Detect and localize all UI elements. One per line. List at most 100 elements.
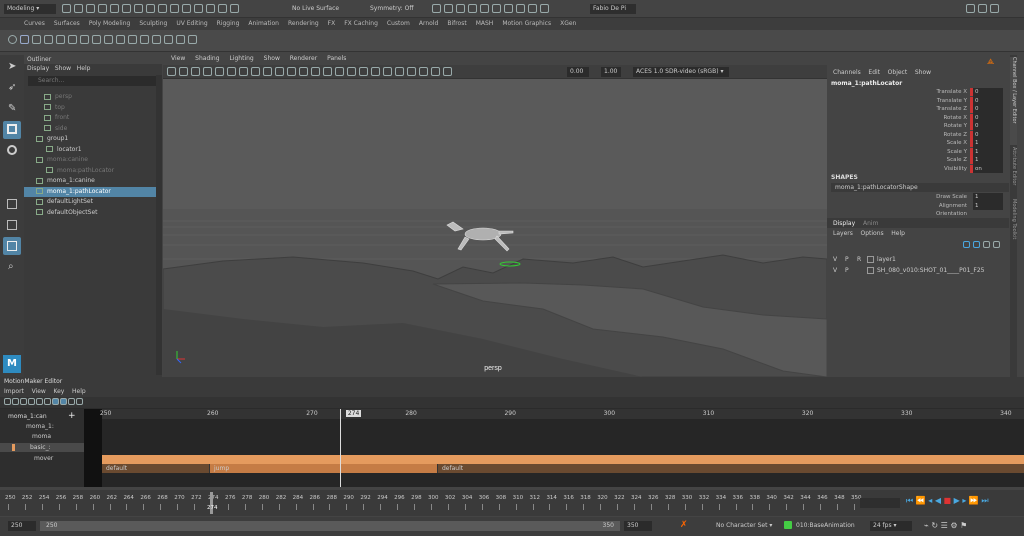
viewport-panel[interactable]: View Shading Lighting Show Renderer Pane… (163, 55, 827, 377)
cb-attr-row[interactable]: Rotate Z 0 (827, 130, 1009, 139)
cb-attr-row[interactable]: Translate X 0 (827, 88, 1009, 97)
layer-toggle-v[interactable]: V (833, 254, 837, 265)
outliner-layout-icon[interactable] (3, 237, 21, 255)
mm-zoom-icon[interactable] (68, 398, 75, 405)
exposure-icon[interactable] (443, 67, 452, 76)
layer-menu-options[interactable]: Options (861, 230, 884, 237)
shelf-tab-surfaces[interactable]: Surfaces (54, 20, 80, 27)
shelf-tab-motion-graphics[interactable]: Motion Graphics (502, 20, 551, 27)
cb-attr-value[interactable]: 0 (973, 88, 1003, 97)
camera-icon[interactable] (504, 4, 513, 13)
shelf-tab-rigging[interactable]: Rigging (217, 20, 240, 27)
cb-menu-object[interactable]: Object (888, 69, 908, 76)
pencil-curve-icon[interactable] (56, 35, 65, 44)
cb-attr-row[interactable]: Alignment 1 (827, 201, 1009, 210)
cb-attr-value[interactable]: 0 (973, 122, 1003, 131)
mm-prev-icon[interactable] (12, 398, 19, 405)
play-forward-icon[interactable]: ▶ (954, 496, 960, 505)
step-forward-icon[interactable]: ▸ (962, 496, 966, 505)
outliner-search-input[interactable]: Search... (28, 76, 158, 86)
layer-toggle-r[interactable]: R (857, 254, 861, 265)
outliner-item[interactable]: group1 (24, 134, 162, 145)
audio-icon[interactable]: ⌁ (924, 521, 929, 530)
mm-clip-default-1[interactable]: default (102, 464, 210, 473)
mm-menu-import[interactable]: Import (4, 388, 24, 395)
sphere-icon[interactable] (516, 4, 525, 13)
mm-next-icon[interactable] (20, 398, 27, 405)
select-tool-icon[interactable]: ➤ (3, 58, 21, 76)
mm-loop-icon[interactable] (44, 398, 51, 405)
grid-icon[interactable] (540, 4, 549, 13)
search-icon[interactable]: ⌕ (3, 258, 21, 276)
grid-toggle-icon[interactable] (215, 67, 224, 76)
cv-curve-icon[interactable] (44, 35, 53, 44)
cb-attr-row[interactable]: Translate Y 0 (827, 96, 1009, 105)
character-set-dropdown[interactable]: No Character Set ▾ (716, 522, 772, 529)
ep-curve-icon[interactable] (32, 35, 41, 44)
vp-menu-show[interactable]: Show (264, 55, 280, 62)
select-object-icon[interactable] (122, 4, 131, 13)
cb-attr-row[interactable]: Scale X 1 (827, 139, 1009, 148)
mm-playhead[interactable] (340, 409, 341, 487)
cb-menu-show[interactable]: Show (915, 69, 931, 76)
aa-icon[interactable] (383, 67, 392, 76)
field-chart-icon[interactable] (263, 67, 272, 76)
side-tab-attribute-editor[interactable]: Attribute Editor (1010, 147, 1017, 197)
redo-icon[interactable] (98, 4, 107, 13)
new-layer-selected-icon[interactable] (993, 241, 1000, 248)
mm-stop-icon[interactable] (36, 398, 43, 405)
go-end-icon[interactable]: ⏭ (981, 496, 988, 505)
outliner-item[interactable]: defaultLightSet (24, 197, 162, 208)
isolate-icon[interactable] (395, 67, 404, 76)
insert-knot-icon[interactable] (152, 35, 161, 44)
render-settings-icon[interactable] (230, 4, 239, 13)
cb-menu-channels[interactable]: Channels (833, 69, 861, 76)
snap-surface-icon[interactable] (194, 4, 203, 13)
offset-icon[interactable] (128, 35, 137, 44)
layer-toggle-v[interactable]: V (833, 265, 837, 276)
cb-attr-value[interactable]: 1 (973, 201, 1003, 210)
vp-menu-view[interactable]: View (171, 55, 185, 62)
folder-icon[interactable] (62, 4, 71, 13)
shelf-tab-poly-modeling[interactable]: Poly Modeling (89, 20, 131, 27)
colorspace-dropdown[interactable]: ACES 1.0 SDR-video (sRGB) ▾ (633, 67, 729, 77)
scale-tool-icon[interactable] (3, 163, 21, 181)
cb-attr-value[interactable]: 0 (973, 105, 1003, 114)
attach-icon[interactable] (104, 35, 113, 44)
outliner-item[interactable]: defaultObjectSet (24, 208, 162, 219)
fps-dropdown[interactable]: 24 fps ▾ (870, 521, 912, 531)
mm-frame-icon[interactable] (76, 398, 83, 405)
mm-track-1[interactable]: moma_1: (26, 423, 54, 430)
shelf-tab-custom[interactable]: Custom (387, 20, 410, 27)
preferences-icon[interactable]: ⚙ (950, 521, 957, 530)
gamma-field[interactable]: 1.00 (601, 67, 621, 77)
attribute-toggle-icon[interactable] (990, 4, 999, 13)
script-editor-icon[interactable]: ⚑ (960, 521, 967, 530)
outliner-item[interactable]: moma:pathLocator (24, 166, 162, 177)
cb-attr-value[interactable]: 1 (973, 193, 1003, 202)
layer-toggle-p[interactable]: P (845, 265, 849, 276)
clapboard-icon[interactable] (432, 4, 441, 13)
vp-menu-renderer[interactable]: Renderer (290, 55, 317, 62)
layer-tab-anim[interactable]: Anim (863, 220, 878, 227)
lights-icon[interactable] (335, 67, 344, 76)
mm-clip-default-2[interactable]: default (438, 464, 1024, 473)
detach-icon[interactable] (116, 35, 125, 44)
symmetry-dropdown[interactable]: Symmetry: Off (370, 5, 413, 12)
user-account[interactable]: Fabio De Pi (590, 4, 636, 14)
smooth-shade-icon[interactable] (311, 67, 320, 76)
shelf-tab-sculpting[interactable]: Sculpting (139, 20, 167, 27)
reverse-icon[interactable] (188, 35, 197, 44)
save-icon[interactable] (74, 4, 83, 13)
go-start-icon[interactable]: ⏮ (906, 496, 913, 505)
mm-track-2[interactable]: moma (32, 433, 51, 440)
motion-blur-icon[interactable] (371, 67, 380, 76)
mm-key-icon[interactable] (4, 398, 11, 405)
camera-attr-icon[interactable] (179, 67, 188, 76)
layer-toggle-p[interactable]: P (845, 254, 849, 265)
cached-playback-icon[interactable]: ☰ (941, 521, 948, 530)
rotate-tool-icon[interactable] (3, 142, 21, 160)
ao-icon[interactable] (359, 67, 368, 76)
step-forward-key-icon[interactable]: ⏩ (969, 496, 979, 505)
outliner-item[interactable]: moma:canine (24, 155, 162, 166)
